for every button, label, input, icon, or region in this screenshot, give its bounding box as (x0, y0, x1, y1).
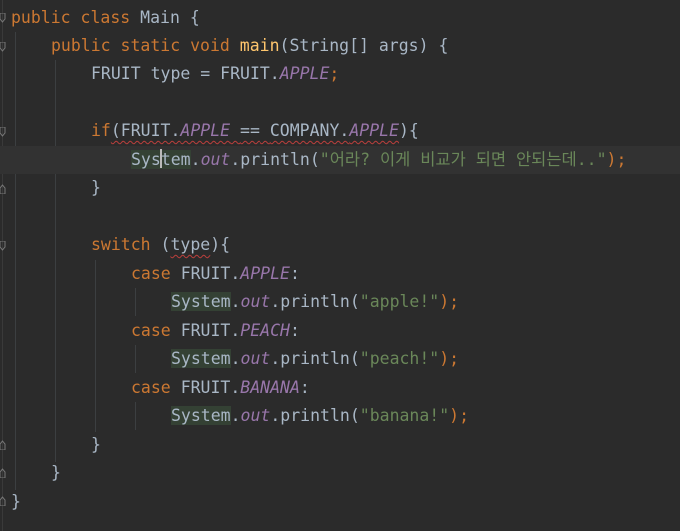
semicolon: ); (439, 292, 460, 311)
brace: { (189, 8, 200, 27)
keyword: case (131, 321, 171, 340)
code-text: ){ (399, 121, 419, 140)
keyword: static (120, 36, 181, 55)
code-line-current[interactable]: System.out.println("어라? 이게 비교가 되면 안되는데..… (0, 146, 680, 174)
code-line[interactable]: System.out.println("banana!"); (0, 402, 680, 430)
brace: } (91, 178, 101, 197)
code-text: : (289, 264, 300, 283)
semicolon: ); (439, 349, 460, 368)
brace: } (91, 435, 101, 454)
code-line[interactable]: public static void main(String[] args) { (0, 32, 680, 60)
params: (String[] args) { (279, 36, 449, 55)
static-field: out (240, 292, 271, 311)
brace: } (11, 492, 21, 511)
code-text: tem (160, 150, 191, 169)
code-line[interactable]: case FRUIT.PEACH: (0, 317, 680, 345)
keyword: if (91, 121, 111, 140)
brace: } (51, 463, 61, 482)
class-reference: System (171, 292, 231, 311)
string-literal: "banana!" (359, 406, 450, 425)
code-text: .println( (270, 292, 360, 311)
error-highlight: type (170, 235, 211, 254)
enum-constant: PEACH (240, 321, 290, 340)
class-name: Main (140, 8, 180, 27)
code-text: COMPANY. (269, 121, 350, 140)
code-text: : (299, 378, 310, 397)
keyword: class (80, 8, 131, 27)
code-line[interactable]: } (0, 459, 680, 487)
code-line[interactable]: FRUIT type = FRUIT.APPLE; (0, 60, 680, 88)
code-line[interactable]: System.out.println("peach!"); (0, 345, 680, 373)
enum-constant: APPLE (279, 64, 330, 83)
class-reference: System (131, 149, 191, 169)
semicolon: ; (329, 64, 340, 83)
code-text: (FRUIT. (110, 121, 181, 140)
enum-constant: APPLE (349, 121, 399, 140)
string-literal: "어라? 이게 비교가 되면 안되는데.." (319, 150, 607, 169)
semicolon: ); (606, 150, 627, 169)
enum-constant: BANANA (240, 378, 300, 397)
code-text: .println( (270, 406, 360, 425)
enum-constant: APPLE (240, 264, 290, 283)
code-text: Sys (131, 150, 161, 169)
keyword: case (131, 264, 171, 283)
string-literal: "apple!" (359, 292, 440, 311)
code-text: . (190, 150, 201, 169)
code-editor[interactable]: public class Main { public static void m… (0, 0, 680, 531)
string-literal: "peach!" (359, 349, 440, 368)
static-field: out (240, 406, 271, 425)
operator: == (240, 121, 260, 140)
code-text: ){ (210, 235, 231, 254)
keyword: public (11, 8, 71, 27)
code-text: FRUIT type = FRUIT. (91, 64, 280, 83)
code-text: . (230, 406, 241, 425)
error-highlight: (FRUIT.APPLE == COMPANY.APPLE (111, 121, 399, 140)
static-field: out (200, 150, 231, 169)
code-text: FRUIT. (180, 264, 241, 283)
enum-constant: APPLE (180, 121, 231, 140)
code-line[interactable]: public class Main { (0, 4, 680, 32)
code-line[interactable]: } (0, 488, 680, 516)
keyword: switch (91, 235, 151, 254)
code-line[interactable]: case FRUIT.APPLE: (0, 260, 680, 288)
code-text: ( (160, 235, 171, 254)
class-reference: System (171, 406, 231, 425)
method-name: main (239, 36, 280, 55)
static-field: out (240, 349, 271, 368)
code-text: . (230, 349, 241, 368)
code-text: .println( (230, 150, 320, 169)
code-line[interactable]: case FRUIT.BANANA: (0, 374, 680, 402)
code-line[interactable]: } (0, 174, 680, 202)
keyword: void (190, 36, 230, 55)
code-text: . (230, 292, 241, 311)
code-line[interactable]: if(FRUIT.APPLE == COMPANY.APPLE){ (0, 117, 680, 145)
code-text: FRUIT. (180, 378, 241, 397)
class-reference: System (171, 349, 231, 368)
code-line[interactable]: } (0, 431, 680, 459)
keyword: public (51, 36, 111, 55)
code-text: .println( (270, 349, 360, 368)
code-text: FRUIT. (180, 321, 241, 340)
semicolon: ); (449, 406, 470, 425)
keyword: case (131, 378, 171, 397)
code-line[interactable]: System.out.println("apple!"); (0, 288, 680, 316)
code-text: : (289, 321, 300, 340)
code-line[interactable]: switch (type){ (0, 231, 680, 259)
